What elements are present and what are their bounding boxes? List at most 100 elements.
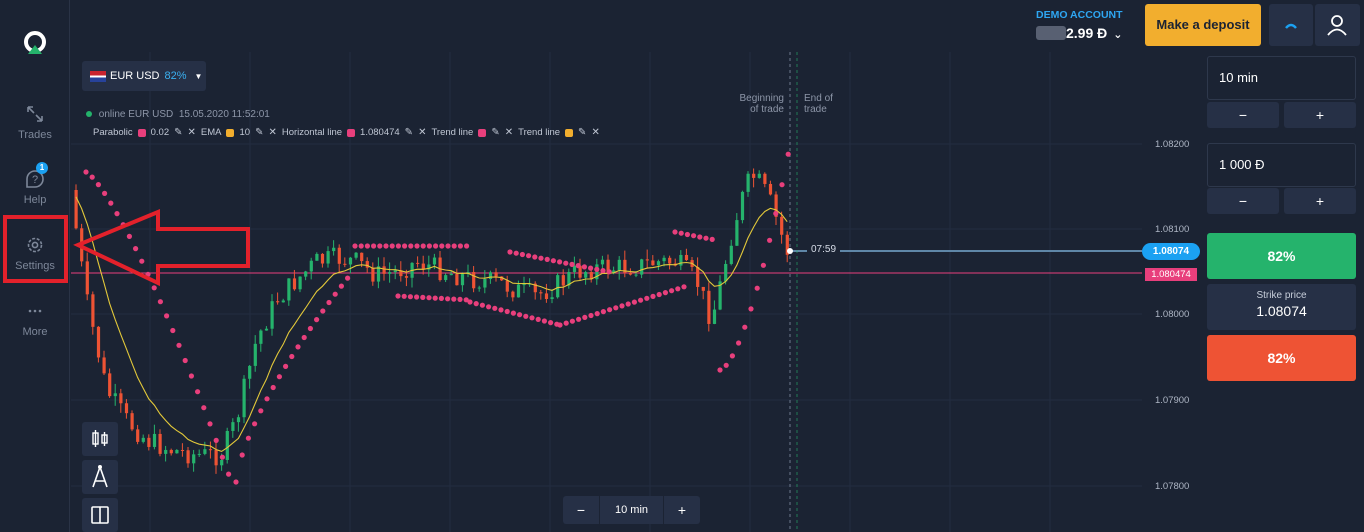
sar-dot <box>358 243 364 249</box>
candle-body <box>763 173 767 184</box>
sar-dot <box>252 421 258 427</box>
close-icon[interactable]: ✕ <box>505 127 513 138</box>
indicator-color-swatch[interactable] <box>565 128 574 137</box>
candle-body <box>197 453 201 455</box>
edit-icon[interactable]: ✎ <box>174 127 182 138</box>
sar-dot <box>479 302 485 308</box>
sar-dot <box>754 285 760 291</box>
asset-selector[interactable]: EUR USD 82% ▼ <box>82 61 206 91</box>
sar-dot <box>438 295 444 301</box>
sar-dot <box>157 299 163 305</box>
timeframe-minus-button[interactable]: − <box>563 502 599 518</box>
duration-minus-button[interactable]: − <box>1207 102 1279 128</box>
edit-icon[interactable]: ✎ <box>578 127 586 138</box>
candle-body <box>696 266 700 287</box>
strike-price-panel[interactable]: Strike price 1.08074 <box>1207 284 1356 330</box>
amount-field[interactable]: 1 000 Đ <box>1207 143 1356 187</box>
close-icon[interactable]: ✕ <box>418 127 426 138</box>
sar-dot <box>656 291 662 298</box>
amount-plus-button[interactable]: + <box>1284 188 1356 214</box>
candle-body <box>584 272 588 278</box>
candle-body <box>444 275 448 281</box>
edit-icon[interactable]: ✎ <box>255 127 263 138</box>
online-dot-icon <box>86 111 92 117</box>
trading-app: Trades ? 1 Help Settings More EUR USD 82… <box>0 0 1364 532</box>
sar-dot <box>239 452 245 458</box>
candle-body <box>225 430 229 460</box>
sar-dot <box>114 211 120 217</box>
balance-value: 2.99 Đ <box>1066 25 1108 41</box>
close-icon[interactable]: ✕ <box>268 127 276 138</box>
close-icon[interactable]: ✕ <box>188 127 196 138</box>
candle-body <box>393 270 397 273</box>
make-deposit-button[interactable]: Make a deposit <box>1145 4 1261 46</box>
edit-icon[interactable]: ✎ <box>405 127 413 138</box>
sar-dot <box>526 253 532 259</box>
sar-dot <box>258 408 264 414</box>
candle-body <box>113 393 117 397</box>
candle-body <box>477 287 481 289</box>
candle-body <box>404 276 409 278</box>
sar-dot <box>233 479 239 485</box>
indicator-color-swatch[interactable] <box>226 128 235 137</box>
layout-button[interactable] <box>82 498 118 532</box>
sar-dot <box>703 235 709 241</box>
lower-button[interactable]: 82% <box>1207 335 1356 381</box>
candle-body <box>169 449 173 454</box>
sar-dot <box>451 296 457 302</box>
close-icon[interactable]: ✕ <box>591 127 599 138</box>
duration-field[interactable]: 10 min <box>1207 56 1356 100</box>
profile-button[interactable] <box>1315 4 1360 46</box>
balance-redacted <box>1036 26 1066 40</box>
chart-type-button[interactable] <box>82 422 118 456</box>
sar-dot <box>83 169 89 175</box>
candles <box>74 168 789 474</box>
sar-dot <box>383 243 389 249</box>
indicator-name: Horizontal line <box>281 127 343 138</box>
sar-dot <box>619 303 625 309</box>
amount-minus-button[interactable]: − <box>1207 188 1279 214</box>
higher-button[interactable]: 82% <box>1207 233 1356 279</box>
asset-name: EUR USD <box>110 70 160 82</box>
candle-body <box>119 393 123 404</box>
beginning-of-trade-label: Beginning of trade <box>739 93 784 115</box>
timeframe-value[interactable]: 10 min <box>599 496 664 524</box>
sar-dot <box>678 230 684 236</box>
candle-body <box>74 190 78 229</box>
sar-dot <box>557 322 563 328</box>
timeframe-plus-button[interactable]: + <box>664 502 700 518</box>
indicator-color-swatch[interactable] <box>478 128 487 137</box>
sar-dot <box>607 307 613 313</box>
candle-body <box>180 449 185 451</box>
sar-dot <box>662 290 669 296</box>
sar-dot <box>748 306 754 312</box>
duration-plus-button[interactable]: + <box>1284 102 1356 128</box>
indicator-value: 1.080474 <box>360 127 400 138</box>
sar-dot <box>201 405 207 411</box>
account-balance[interactable]: 2.99 Đ ⌄ <box>1036 25 1122 41</box>
indicator-color-swatch[interactable] <box>137 128 146 137</box>
sar-dot <box>785 151 791 157</box>
sar-dot <box>569 318 576 324</box>
sar-dot <box>594 266 600 272</box>
candle-body <box>147 437 151 447</box>
sar-dot <box>588 312 594 319</box>
candle-body <box>360 252 364 262</box>
y-tick: 1.08000 <box>1155 309 1190 320</box>
sar-dot <box>684 231 691 238</box>
sar-dot <box>426 295 432 301</box>
candle-body <box>494 272 498 277</box>
sar-dot <box>352 243 358 249</box>
candle-body <box>287 278 291 301</box>
sar-dot <box>600 268 606 274</box>
drawing-tools-button[interactable] <box>82 460 118 494</box>
candle-body <box>617 259 621 271</box>
promo-button[interactable] <box>1269 4 1313 46</box>
candle-body <box>309 260 313 272</box>
candle-body <box>158 433 162 454</box>
sar-dot <box>504 308 510 315</box>
sar-dot <box>742 324 748 330</box>
sar-dot <box>401 293 407 299</box>
edit-icon[interactable]: ✎ <box>491 127 499 138</box>
indicator-color-swatch[interactable] <box>347 128 356 137</box>
